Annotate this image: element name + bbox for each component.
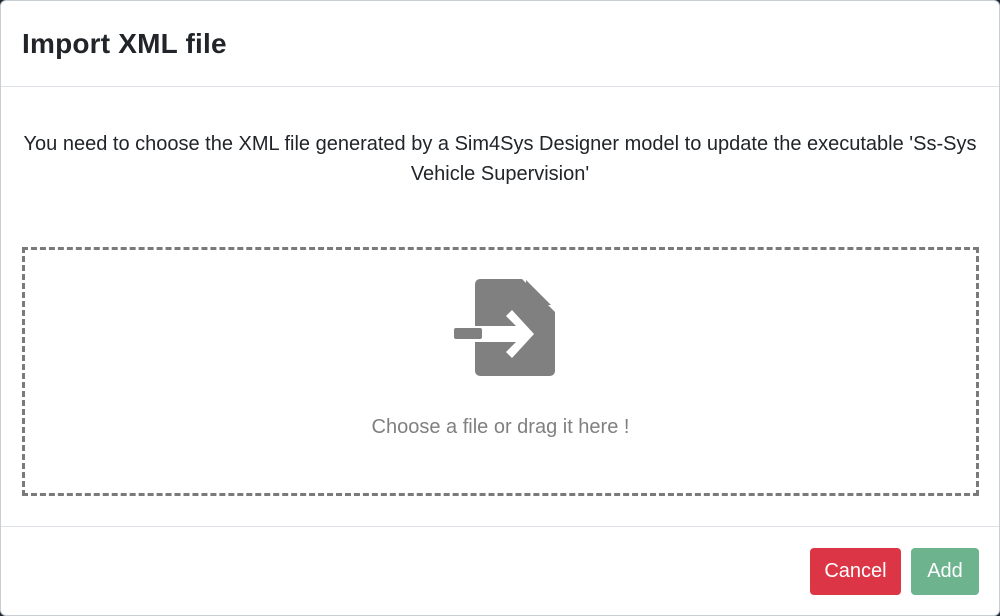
file-dropzone[interactable]: Choose a file or drag it here ! — [22, 247, 979, 496]
dialog-header: Import XML file — [1, 1, 999, 87]
dropzone-hint: Choose a file or drag it here ! — [371, 416, 630, 438]
dialog-footer: Cancel Add — [1, 527, 999, 615]
file-import-icon — [454, 279, 555, 376]
dialog-body: You need to choose the XML file generate… — [1, 87, 999, 527]
instruction-text: You need to choose the XML file generate… — [23, 133, 977, 185]
cancel-button[interactable]: Cancel — [810, 548, 901, 595]
dialog-title: Import XML file — [22, 27, 227, 59]
import-xml-dialog: Import XML file You need to choose the X… — [0, 0, 1000, 616]
add-button[interactable]: Add — [911, 548, 979, 595]
